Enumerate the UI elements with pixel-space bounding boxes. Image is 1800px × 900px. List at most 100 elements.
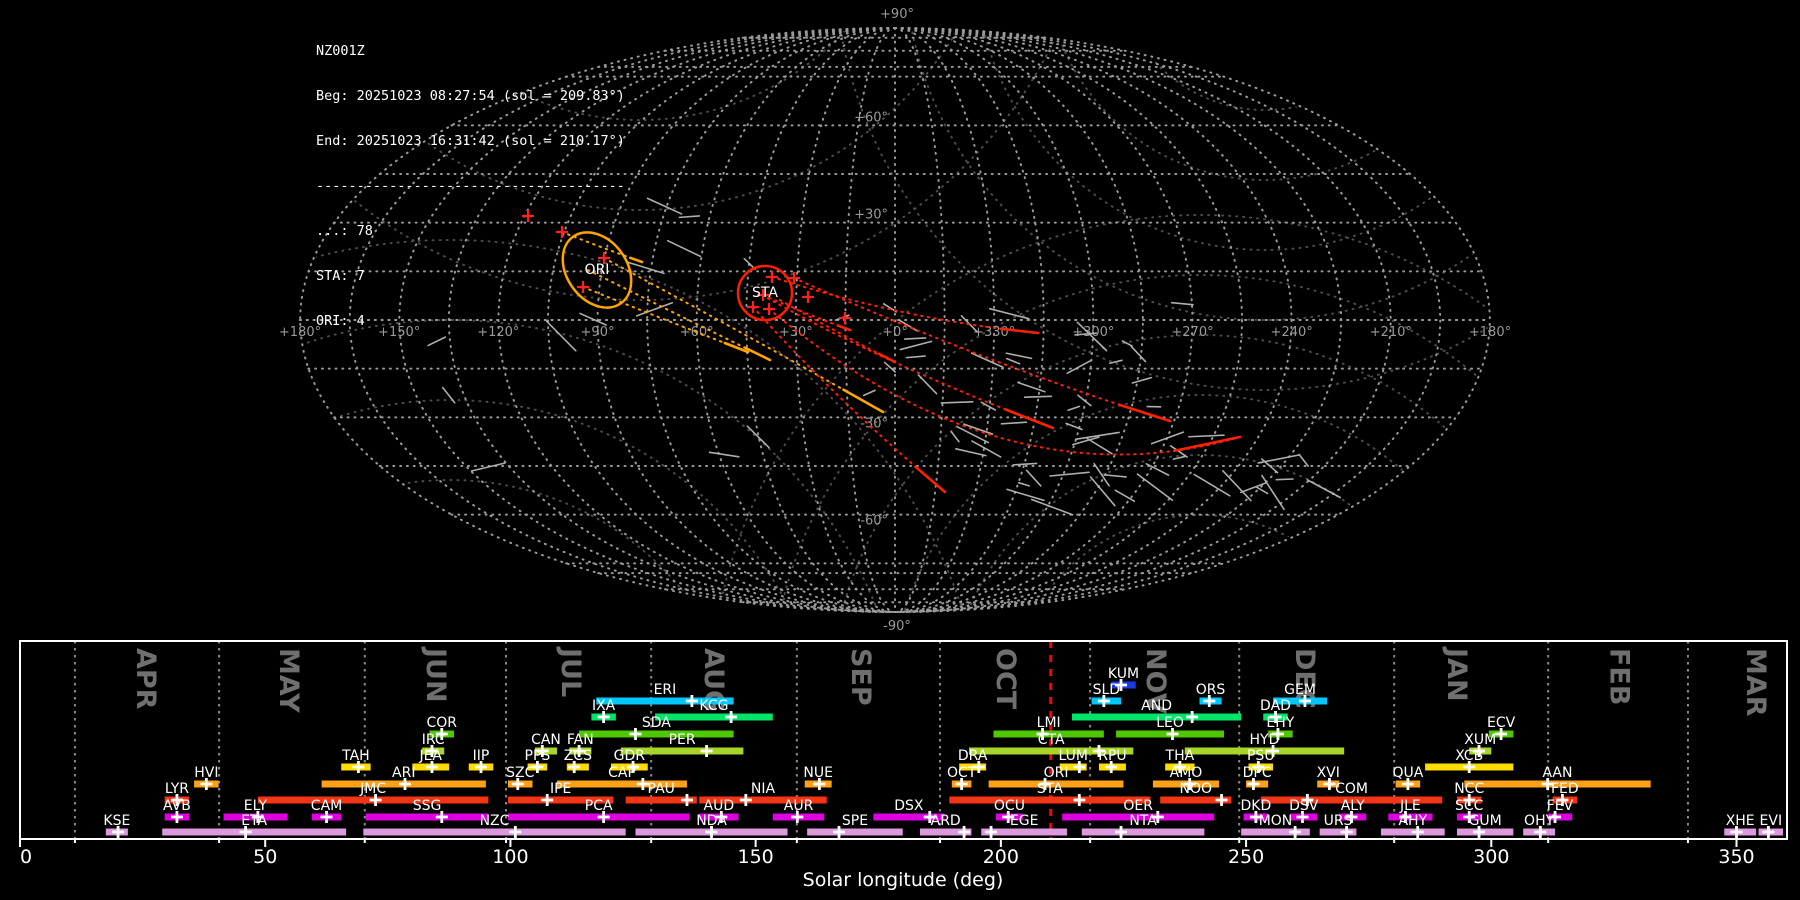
svg-text:PER: PER <box>669 732 696 748</box>
x-tick-250: 250 <box>1228 846 1264 868</box>
svg-text:COM: COM <box>1335 781 1368 797</box>
x-tick-50: 50 <box>253 846 277 868</box>
svg-text:GEM: GEM <box>1284 682 1316 698</box>
svg-text:+90°: +90° <box>880 7 914 22</box>
svg-text:STA: STA <box>1037 781 1063 797</box>
shower-bar-ohy: OHY <box>1523 813 1556 838</box>
shower-bar-oct: OCT <box>947 765 977 790</box>
svg-text:SLD: SLD <box>1093 682 1120 698</box>
svg-text:+240°: +240° <box>1271 325 1313 340</box>
svg-text:-90°: -90° <box>883 619 911 632</box>
svg-text:EGE: EGE <box>1010 813 1039 829</box>
activity-timeline-chart: APR MAY JUN JUL AUG SEP OCT NOV DEC JAN FEB MARKUME… <box>19 640 1788 891</box>
month-label-jul: JUL <box>555 646 586 697</box>
shower-bar-iip: IIP <box>468 748 494 773</box>
month-labels: APR MAY JUN JUL AUG SEP OCT NOV DEC JAN FEB MAR <box>130 646 1771 717</box>
svg-text:ARD: ARD <box>931 813 961 829</box>
svg-text:PAU: PAU <box>648 781 675 797</box>
trails-sta <box>752 276 1242 494</box>
divider-line: -------------------------------------- <box>316 178 625 194</box>
svg-text:KCG: KCG <box>699 698 728 714</box>
svg-text:OER: OER <box>1123 798 1153 814</box>
radiant-label-sta: STA <box>752 285 778 301</box>
svg-text:AND: AND <box>1141 698 1172 714</box>
x-tick-150: 150 <box>738 846 774 868</box>
shower-bar-ege: EGE <box>981 813 1068 838</box>
count-ori: ORI: 4 <box>316 313 365 329</box>
svg-text:SDA: SDA <box>642 715 671 731</box>
shower-bar-xhe: XHE <box>1724 813 1757 838</box>
svg-text:+180°: +180° <box>1469 325 1511 340</box>
svg-text:+30°: +30° <box>854 208 888 223</box>
shower-bar-tah: TAH <box>341 748 371 773</box>
svg-text:DPC: DPC <box>1243 765 1272 781</box>
svg-text:DSV: DSV <box>1289 798 1319 814</box>
svg-text:SPE: SPE <box>842 813 868 829</box>
svg-text:-30°: -30° <box>860 416 888 431</box>
count-sta: STA: 7 <box>316 268 365 284</box>
shower-bar-kse: KSE <box>103 813 130 838</box>
x-tick-100: 100 <box>492 846 528 868</box>
svg-text:LMI: LMI <box>1037 715 1061 731</box>
shower-bar-cam: CAM <box>311 798 342 823</box>
x-tick-0: 0 <box>20 846 32 868</box>
month-label-sep: SEP <box>845 648 876 706</box>
svg-text:PSU: PSU <box>1247 748 1275 764</box>
svg-text:GUM: GUM <box>1469 813 1502 829</box>
shower-bar-qua: QUA <box>1392 765 1424 790</box>
svg-text:URS: URS <box>1324 813 1353 829</box>
x-tick-300: 300 <box>1473 846 1509 868</box>
month-label-feb: FEB <box>1603 648 1634 705</box>
svg-text:+270°: +270° <box>1171 325 1213 340</box>
svg-text:JEA: JEA <box>418 748 442 764</box>
station-id: NZ001Z <box>316 43 365 59</box>
svg-text:CAP: CAP <box>608 765 636 781</box>
svg-text:SSG: SSG <box>413 798 442 814</box>
svg-text:-60°: -60° <box>860 514 888 529</box>
month-label-mar: MAR <box>1740 648 1771 717</box>
shower-bar-hvi: HVI <box>194 765 219 790</box>
svg-text:SZC: SZC <box>506 765 534 781</box>
month-label-apr: APR <box>130 648 161 710</box>
shower-bar-zcs: ZCS <box>564 748 592 773</box>
svg-text:LEO: LEO <box>1156 715 1184 731</box>
shower-bar-dsv: DSV <box>1289 798 1319 823</box>
svg-text:ZCS: ZCS <box>564 748 592 764</box>
svg-text:GDR: GDR <box>614 748 646 764</box>
sky-map: +90°+60°+30°-30°-60°-90°+180° +150° +120° +… <box>279 7 1511 632</box>
svg-text:NOO: NOO <box>1180 781 1213 797</box>
meteor-radiant-tool-screen: +90° +60° +30° -30° -60° -90° +180° +150° +120° +… <box>0 0 1800 900</box>
svg-text:IPE: IPE <box>550 781 571 797</box>
observation-info-panel: NZ001Z Beg: 20251023 08:27:54 (sol = 209… <box>316 14 625 359</box>
shower-bar-avb: AVB <box>163 798 191 823</box>
svg-text:JMC: JMC <box>359 781 386 797</box>
svg-text:KUM: KUM <box>1108 666 1139 682</box>
svg-text:+180°: +180° <box>279 325 321 340</box>
svg-text:HYD: HYD <box>1250 732 1280 748</box>
shower-bar-ixa: IXA <box>591 698 616 723</box>
svg-text:DRA: DRA <box>958 748 988 764</box>
svg-text:AHY: AHY <box>1398 813 1427 829</box>
svg-text:FEV: FEV <box>1547 798 1574 814</box>
svg-text:ELY: ELY <box>244 798 268 814</box>
svg-text:DSX: DSX <box>894 798 924 814</box>
svg-text:AUD: AUD <box>704 798 735 814</box>
svg-text:EVI: EVI <box>1760 813 1783 829</box>
shower-bar-urs: URS <box>1319 813 1357 838</box>
svg-text:NTA: NTA <box>1129 813 1157 829</box>
svg-text:ORI: ORI <box>1044 765 1069 781</box>
svg-text:CTA: CTA <box>1038 732 1065 748</box>
svg-text:LUM: LUM <box>1058 748 1087 764</box>
svg-text:MON: MON <box>1259 813 1293 829</box>
month-label-jun: JUN <box>420 646 451 703</box>
svg-text:TAH: TAH <box>341 748 370 764</box>
svg-text:XHE: XHE <box>1726 813 1755 829</box>
svg-text:JLE: JLE <box>1399 798 1421 814</box>
shower-bars: KUMERI SLD ORS GEMIXA KCG AND DADCOR SDA LMI LEO E… <box>103 666 1784 838</box>
svg-text:+0°: +0° <box>882 325 908 340</box>
shower-bar-sld: SLD <box>1091 682 1122 707</box>
svg-text:FED: FED <box>1551 781 1579 797</box>
shower-bar-nue: NUE <box>803 765 833 790</box>
month-label-may: MAY <box>273 648 304 713</box>
shower-bar-ors: ORS <box>1196 682 1225 707</box>
